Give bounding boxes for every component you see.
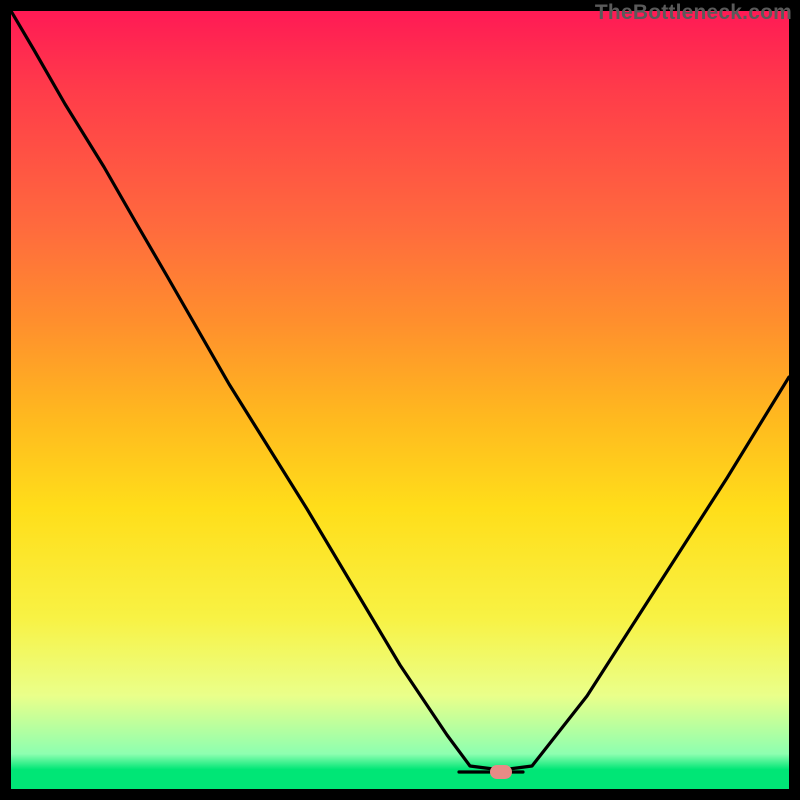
chart-container: TheBottleneck.com bbox=[0, 0, 800, 800]
bottleneck-curve bbox=[11, 11, 789, 789]
plot-area bbox=[11, 11, 789, 789]
watermark-text: TheBottleneck.com bbox=[595, 1, 792, 25]
optimum-marker bbox=[490, 765, 512, 779]
